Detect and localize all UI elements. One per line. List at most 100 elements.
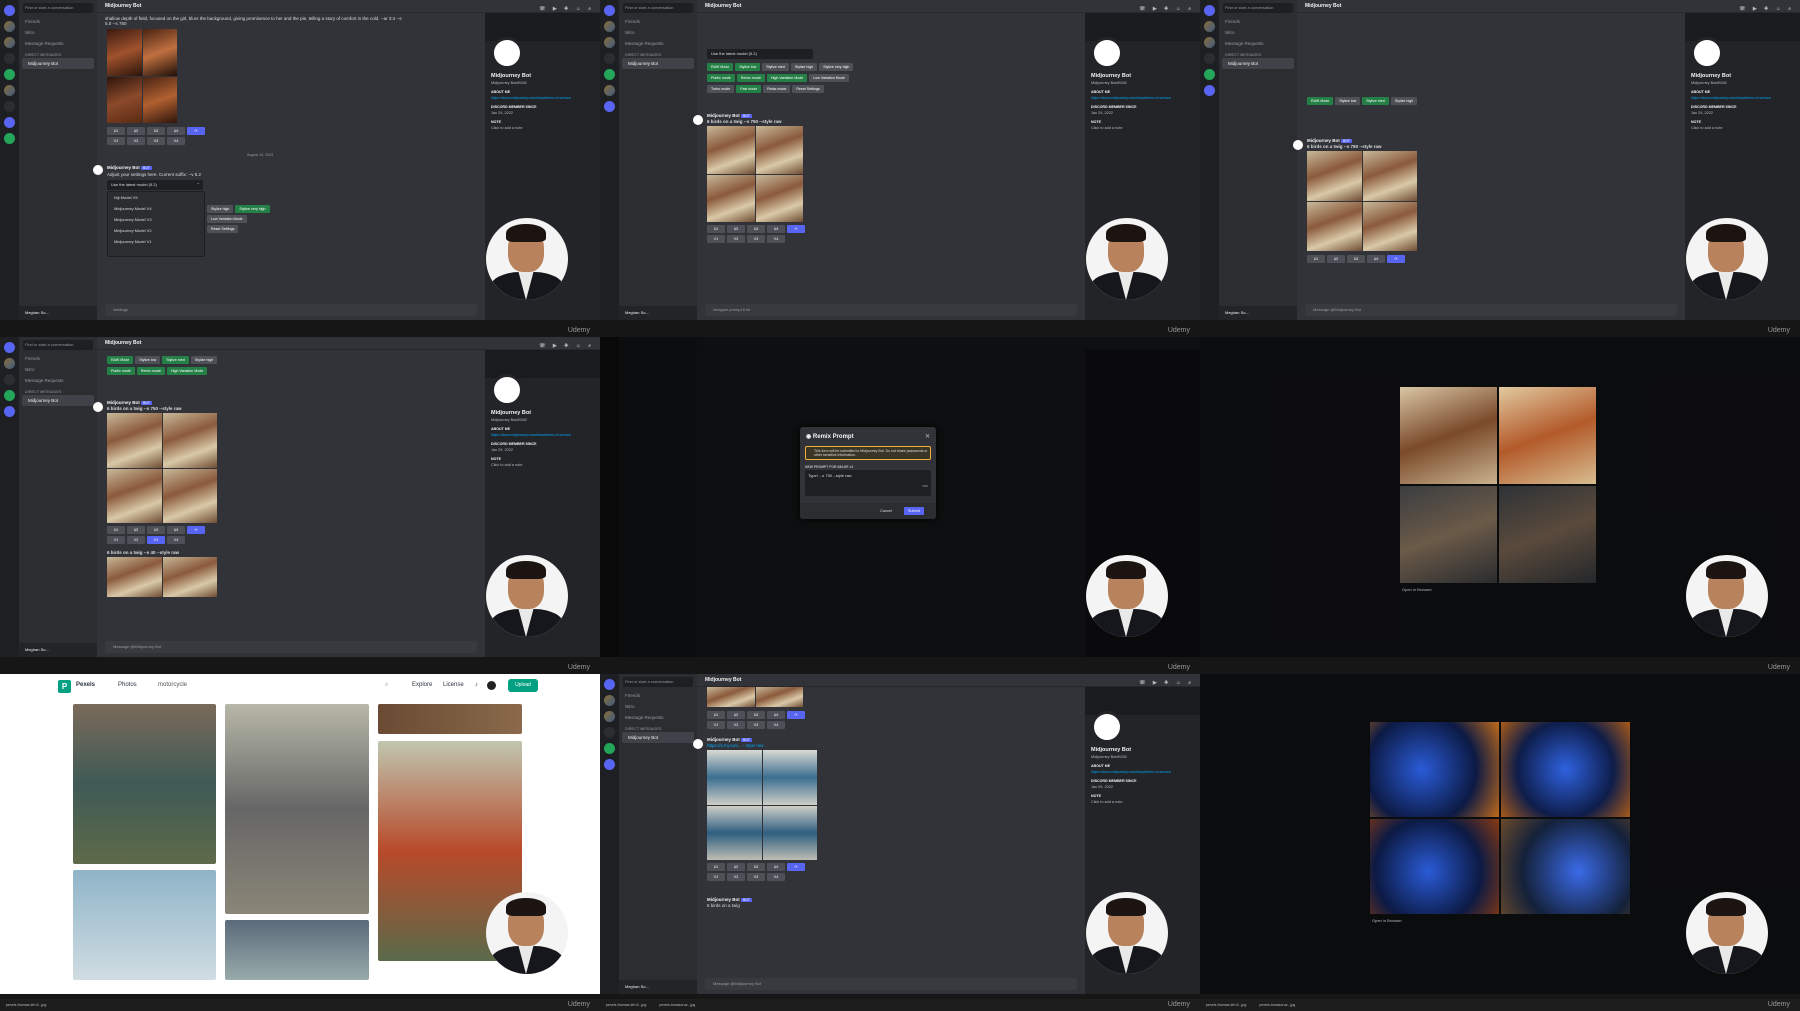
nitro-item[interactable]: Nitro	[619, 27, 697, 38]
generated-birds-grid[interactable]	[1307, 151, 1417, 251]
server-icon[interactable]	[4, 374, 15, 385]
message-requests-item[interactable]: Message Requests	[619, 712, 697, 723]
motorcycle-photo[interactable]	[378, 704, 522, 734]
u3-button[interactable]: U3	[747, 863, 765, 871]
generated-birds-grid[interactable]	[707, 126, 803, 222]
message-requests-item[interactable]: Message Requests	[1219, 38, 1297, 49]
v2-button[interactable]: V2	[727, 235, 745, 243]
server-icon[interactable]	[604, 53, 615, 64]
server-icon[interactable]	[4, 390, 15, 401]
pexels-logo-icon[interactable]: P	[58, 680, 71, 693]
note-input[interactable]: Click to add a note	[491, 126, 594, 130]
u3-button[interactable]: U3	[747, 711, 765, 719]
dropdown-option[interactable]: Midjourney Model V4	[108, 203, 204, 214]
u3-button[interactable]: U3	[747, 225, 765, 233]
dropdown-option[interactable]: Midjourney Model V2	[108, 225, 204, 236]
motorcycle-photo[interactable]	[73, 704, 216, 864]
user-panel[interactable]: Meghan So...	[19, 643, 97, 657]
reroll-button[interactable]: ⟳	[787, 863, 805, 871]
u2-button[interactable]: U2	[1327, 255, 1345, 263]
model-select[interactable]: Use the latest model (5.2) ⌃	[107, 180, 203, 190]
server-icon[interactable]	[4, 21, 15, 32]
relax-mode-button[interactable]: Relax mode	[763, 85, 791, 93]
message-composer[interactable]: Message @Midjourney Bot	[1305, 304, 1677, 316]
download-item[interactable]: pexels-tomascruz...jpg	[659, 999, 695, 1011]
server-icon[interactable]	[604, 743, 615, 754]
server-icon[interactable]	[604, 37, 615, 48]
low-variation-button[interactable]: Low Variation Mode	[809, 74, 849, 82]
close-icon[interactable]: ✕	[925, 433, 930, 440]
generated-scooters-grid[interactable]	[707, 750, 817, 860]
server-icon[interactable]	[604, 85, 615, 96]
reroll-button[interactable]: ⟳	[1387, 255, 1405, 263]
u3-button[interactable]: U3	[147, 526, 165, 534]
dm-search-input[interactable]: Find or start a conversation	[23, 340, 93, 350]
v4-button[interactable]: V4	[767, 873, 785, 881]
u2-button[interactable]: U2	[727, 711, 745, 719]
u2-button[interactable]: U2	[727, 225, 745, 233]
stylize-low-button[interactable]: Stylize low	[735, 63, 761, 71]
discord-home-icon[interactable]	[4, 5, 15, 16]
server-icon[interactable]	[1204, 21, 1215, 32]
reset-settings-button[interactable]: Reset Settings	[792, 85, 824, 93]
v3-button[interactable]: V3	[747, 235, 765, 243]
dm-search-input[interactable]: Find or start a conversation	[23, 3, 93, 13]
remix-mode-button[interactable]: Remix mode	[136, 367, 165, 375]
server-icon[interactable]	[604, 727, 615, 738]
u1-button[interactable]: U1	[707, 225, 725, 233]
server-icon[interactable]	[604, 759, 615, 770]
server-icon[interactable]	[604, 69, 615, 80]
nitro-item[interactable]: Nitro	[19, 27, 97, 38]
server-icon[interactable]	[4, 117, 15, 128]
message-composer[interactable]: /imagine prompt 6 bir	[705, 304, 1077, 316]
reroll-button[interactable]: ⟳	[787, 711, 805, 719]
discord-home-icon[interactable]	[604, 679, 615, 690]
stylize-low-button[interactable]: Stylize low	[135, 356, 161, 364]
u2-button[interactable]: U2	[727, 863, 745, 871]
generated-birds-grid[interactable]	[107, 413, 217, 523]
generated-image[interactable]	[707, 687, 803, 707]
add-server-icon[interactable]	[4, 133, 15, 144]
explore-link[interactable]: Explore	[412, 682, 432, 688]
server-icon[interactable]	[1204, 69, 1215, 80]
public-mode-button[interactable]: Public mode	[707, 74, 735, 82]
dm-midjourney-bot[interactable]: Midjourney Bot	[22, 395, 94, 406]
dropdown-option[interactable]: Midjourney Model V3	[108, 214, 204, 225]
u2-button[interactable]: U2	[127, 526, 145, 534]
note-input[interactable]: Click to add a note	[1091, 800, 1194, 804]
high-variation-button[interactable]: High Variation Mode	[166, 367, 208, 375]
search-input[interactable]: motorcycle	[158, 682, 187, 688]
user-panel[interactable]: Meghan So...	[1219, 306, 1297, 320]
friends-item[interactable]: Friends	[19, 353, 97, 364]
remix-mode-button[interactable]: Remix mode	[736, 74, 765, 82]
turbo-mode-button[interactable]: Turbo mode	[707, 85, 735, 93]
user-panel[interactable]: Meghan So...	[19, 306, 97, 320]
dm-midjourney-bot[interactable]: Midjourney Bot	[622, 58, 694, 69]
u1-button[interactable]: U1	[707, 711, 725, 719]
bot-name[interactable]: Midjourney Bot	[107, 400, 140, 405]
v1-button[interactable]: V1	[107, 137, 125, 145]
discord-home-icon[interactable]	[4, 342, 15, 353]
dropdown-option[interactable]: Midjourney Model V1	[108, 236, 204, 247]
note-input[interactable]: Click to add a note	[491, 463, 594, 467]
server-icon[interactable]	[604, 21, 615, 32]
bot-name[interactable]: Midjourney Bot	[707, 737, 740, 742]
remix-prompt-input[interactable]: Type! ...s 750 --style raw 38/6	[805, 470, 931, 496]
u1-button[interactable]: U1	[1307, 255, 1325, 263]
v2-button[interactable]: V2	[727, 873, 745, 881]
search-icon[interactable]: ⌕	[385, 682, 388, 689]
low-variation-button[interactable]: Low Variation Mode	[207, 215, 247, 223]
avatar[interactable]	[487, 681, 496, 690]
friends-item[interactable]: Friends	[1219, 16, 1297, 27]
stylize-high-button[interactable]: Stylize high	[190, 356, 218, 364]
u1-button[interactable]: U1	[107, 526, 125, 534]
download-item[interactable]: pexels-thomas-leh-5...jpg	[6, 999, 46, 1011]
photos-dropdown[interactable]: Photos	[118, 682, 137, 688]
stylize-high-button[interactable]: Stylize high	[1390, 97, 1418, 105]
dm-midjourney-bot[interactable]: Midjourney Bot	[22, 58, 94, 69]
user-panel[interactable]: Meghan So...	[619, 306, 697, 320]
u4-button[interactable]: U4	[767, 711, 785, 719]
discord-home-icon[interactable]	[604, 5, 615, 16]
friends-item[interactable]: Friends	[19, 16, 97, 27]
v3-button[interactable]: V3	[747, 721, 765, 729]
